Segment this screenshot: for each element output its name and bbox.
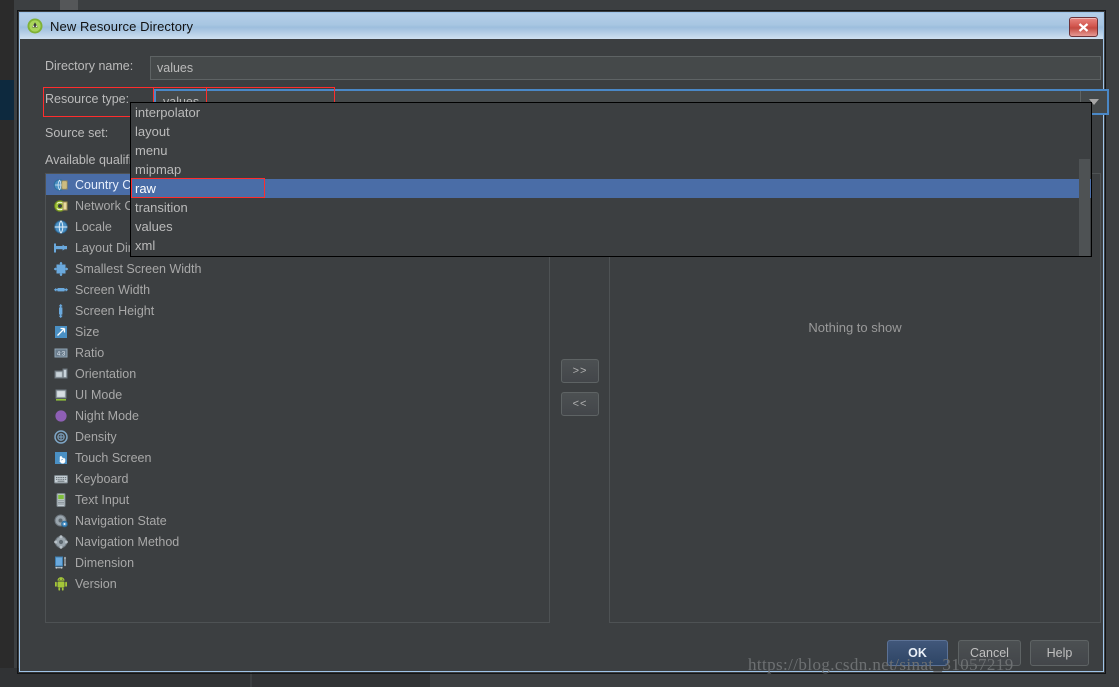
qualifier-item-label: Smallest Screen Width: [75, 261, 202, 276]
qualifier-item-screen-height[interactable]: Screen Height: [46, 300, 549, 321]
dropdown-item-menu[interactable]: menu: [131, 141, 1091, 160]
keyboard-icon: [53, 471, 69, 487]
directory-name-label-row: Directory name:: [45, 59, 133, 73]
empty-state-text: Nothing to show: [808, 320, 902, 335]
directory-name-label: Directory name:: [45, 59, 134, 73]
qualifier-item-label: Dimension: [75, 555, 135, 570]
resource-type-label-row: Resource type:: [45, 92, 129, 106]
qualifier-item-label: Screen Height: [75, 303, 155, 318]
qualifier-item-label: Screen Width: [75, 282, 151, 297]
qualifier-item-density[interactable]: Density: [46, 426, 549, 447]
directory-name-input[interactable]: values: [150, 56, 1101, 80]
navigation-state-icon: [53, 513, 69, 529]
locale-icon: [53, 219, 69, 235]
orientation-icon: [53, 366, 69, 382]
dialog-titlebar[interactable]: New Resource Directory: [20, 13, 1103, 39]
add-qualifier-button[interactable]: >>: [561, 359, 599, 383]
qualifier-item-text-input[interactable]: Text Input: [46, 489, 549, 510]
screen-width-icon: [53, 282, 69, 298]
close-icon[interactable]: [1069, 17, 1098, 37]
layout-direction-icon: [53, 240, 69, 256]
watermark-text: https://blog.csdn.net/sinat_31057219: [748, 655, 1014, 674]
dialog-title: New Resource Directory: [50, 18, 194, 34]
dropdown-item-layout[interactable]: layout: [131, 122, 1091, 141]
ide-left-gutter-selection: [0, 80, 14, 120]
dropdown-item-mipmap[interactable]: mipmap: [131, 160, 1091, 179]
directory-name-value: values: [157, 61, 194, 75]
qualifier-item-label: Touch Screen: [75, 450, 152, 465]
ide-toolbar-chip: [60, 0, 78, 10]
ide-right-gutter: [1111, 0, 1119, 687]
dropdown-item-label: raw: [135, 181, 156, 196]
qualifier-item-label: Navigation Method: [75, 534, 180, 549]
qualifier-item-smallest-screen-width[interactable]: Smallest Screen Width: [46, 258, 549, 279]
touch-screen-icon: [53, 450, 69, 466]
android-studio-icon: [27, 18, 43, 34]
help-button-label: Help: [1046, 646, 1073, 660]
network-code-icon: [53, 198, 69, 214]
dropdown-item-raw[interactable]: raw: [131, 179, 1091, 198]
dropdown-item-label: menu: [135, 143, 168, 158]
help-button[interactable]: Help: [1030, 640, 1089, 666]
qualifier-item-label: Density: [75, 429, 117, 444]
remove-qualifier-button[interactable]: <<: [561, 392, 599, 416]
qualifier-item-label: Night Mode: [75, 408, 139, 423]
qualifier-item-label: Locale: [75, 219, 112, 234]
qualifier-item-label: Size: [75, 324, 100, 339]
text-input-icon: [53, 492, 69, 508]
density-icon: [53, 429, 69, 445]
dropdown-item-interpolator[interactable]: interpolator: [131, 103, 1091, 122]
navigation-method-icon: [53, 534, 69, 550]
qualifier-item-label: Keyboard: [75, 471, 129, 486]
qualifier-item-orientation[interactable]: Orientation: [46, 363, 549, 384]
qualifier-item-ui-mode[interactable]: UI Mode: [46, 384, 549, 405]
remove-qualifier-label: <<: [572, 398, 588, 410]
dropdown-item-values[interactable]: values: [131, 217, 1091, 236]
qualifier-item-label: Text Input: [75, 492, 130, 507]
source-set-label-row: Source set:: [45, 126, 108, 140]
qualifier-item-night-mode[interactable]: Night Mode: [46, 405, 549, 426]
dropdown-item-label: values: [135, 219, 173, 234]
dropdown-item-label: layout: [135, 124, 170, 139]
country-code-icon: [53, 177, 69, 193]
night-mode-icon: [53, 408, 69, 424]
dropdown-item-label: mipmap: [135, 162, 182, 177]
ui-mode-icon: [53, 387, 69, 403]
qualifier-item-label: Orientation: [75, 366, 137, 381]
qualifier-item-label: UI Mode: [75, 387, 123, 402]
qualifier-item-size[interactable]: Size: [46, 321, 549, 342]
screen-height-icon: [53, 303, 69, 319]
add-qualifier-label: >>: [572, 365, 588, 377]
qualifier-item-navigation-method[interactable]: Navigation Method: [46, 531, 549, 552]
qualifier-item-navigation-state[interactable]: Navigation State: [46, 510, 549, 531]
size-icon: [53, 324, 69, 340]
dropdown-item-label: transition: [135, 200, 188, 215]
dropdown-item-label: interpolator: [135, 105, 201, 120]
dimension-icon: [53, 555, 69, 571]
qualifier-item-keyboard[interactable]: Keyboard: [46, 468, 549, 489]
svg-text:4:3: 4:3: [57, 351, 66, 357]
qualifier-item-screen-width[interactable]: Screen Width: [46, 279, 549, 300]
resource-type-label: Resource type:: [45, 92, 130, 106]
qualifier-item-version[interactable]: Version: [46, 573, 549, 594]
qualifier-item-dimension[interactable]: Dimension: [46, 552, 549, 573]
smallest-screen-width-icon: [53, 261, 69, 277]
qualifier-item-label: Ratio: [75, 345, 105, 360]
qualifier-item-ratio[interactable]: 4:3 Ratio: [46, 342, 549, 363]
dropdown-item-transition[interactable]: transition: [131, 198, 1091, 217]
dropdown-scrollbar[interactable]: [1079, 159, 1090, 256]
qualifier-item-touch-screen[interactable]: Touch Screen: [46, 447, 549, 468]
source-set-label: Source set:: [45, 126, 109, 140]
resource-type-dropdown-popup[interactable]: interpolator layout menu mipmap raw transitio…: [130, 102, 1092, 257]
dropdown-item-label: xml: [135, 238, 156, 253]
ratio-icon: 4:3: [53, 345, 69, 361]
qualifier-item-label: Navigation State: [75, 513, 167, 528]
dropdown-item-xml[interactable]: xml: [131, 236, 1091, 255]
qualifier-item-label: Version: [75, 576, 117, 591]
version-icon: [53, 576, 69, 592]
